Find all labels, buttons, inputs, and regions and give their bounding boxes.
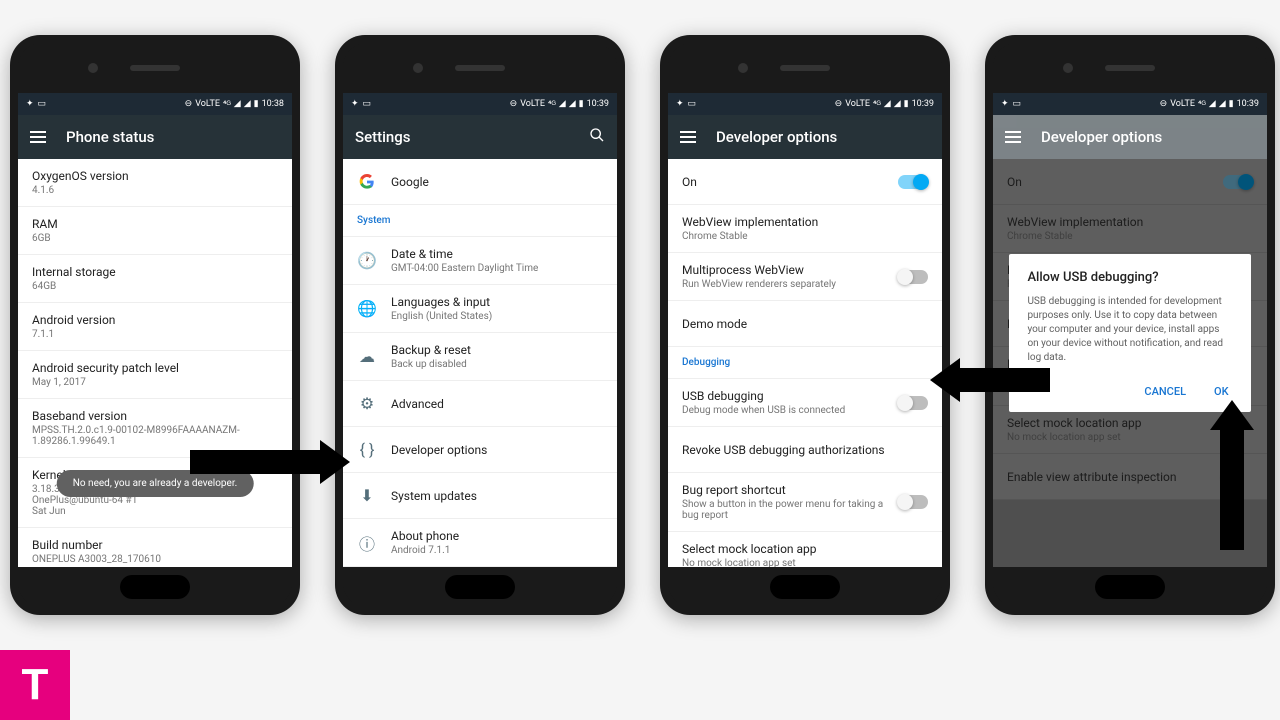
update-icon: ⬇ [357, 486, 377, 506]
home-button[interactable] [770, 575, 840, 599]
list-item[interactable]: ☁Backup & resetBack up disabled [343, 333, 617, 381]
list-item-usb-debugging[interactable]: USB debuggingDebug mode when USB is conn… [668, 379, 942, 427]
list-item[interactable]: ⚙Advanced [343, 381, 617, 427]
list-item[interactable]: Multiprocess WebViewRun WebView renderer… [668, 253, 942, 301]
app-bar: Developer options [993, 115, 1267, 159]
toggle-on[interactable]: On [668, 159, 942, 205]
google-icon [357, 172, 377, 192]
section-header: Debugging [668, 347, 942, 379]
list-item[interactable]: Internal storage64GB [18, 255, 292, 303]
status-bar: ✦▭ ⊖VoLTE⁴ᴳ◢◢▮10:38 [18, 93, 292, 115]
app-bar: Phone status [18, 115, 292, 159]
list-item[interactable]: Build numberONEPLUS A3003_28_170610 [18, 528, 292, 567]
list-item[interactable]: 🌐Languages & inputEnglish (United States… [343, 285, 617, 333]
clock-icon: 🕐 [357, 251, 377, 271]
list-item[interactable]: Select mock location appNo mock location… [668, 532, 942, 567]
code-icon: { } [357, 440, 377, 460]
logo: T [0, 650, 70, 720]
home-button[interactable] [1095, 575, 1165, 599]
page-title: Phone status [66, 128, 154, 146]
dialog-title: Allow USB debugging? [1027, 270, 1232, 285]
page-title: Developer options [716, 128, 837, 146]
list-item[interactable]: OxygenOS version4.1.6 [18, 159, 292, 207]
switch[interactable] [898, 175, 928, 189]
status-bar: ✦▭ ⊖VoLTE⁴ᴳ◢◢▮10:39 [993, 93, 1267, 115]
section-header: System [343, 205, 617, 237]
list-item[interactable]: Android version7.1.1 [18, 303, 292, 351]
home-button[interactable] [445, 575, 515, 599]
app-bar: Developer options [668, 115, 942, 159]
dialog-body: USB debugging is intended for developmen… [1027, 295, 1232, 365]
switch[interactable] [898, 495, 928, 509]
list-item[interactable]: ⓘAbout phoneAndroid 7.1.1 [343, 519, 617, 567]
list-item[interactable]: 🕐Date & timeGMT-04:00 Eastern Daylight T… [343, 237, 617, 285]
list-item[interactable]: WebView implementationChrome Stable [668, 205, 942, 253]
globe-icon: 🌐 [357, 299, 377, 319]
list-item[interactable]: Revoke USB debugging authorizations [668, 427, 942, 473]
app-bar: Settings [343, 115, 617, 159]
menu-icon[interactable] [680, 131, 696, 143]
list-item[interactable]: ⬇System updates [343, 473, 617, 519]
list-item[interactable]: Demo mode [668, 301, 942, 347]
switch[interactable] [898, 396, 928, 410]
menu-icon[interactable] [30, 131, 46, 143]
switch[interactable] [898, 270, 928, 284]
list-item-google[interactable]: Google [343, 159, 617, 205]
gear-icon: ⚙ [357, 394, 377, 414]
list-item[interactable]: Android security patch levelMay 1, 2017 [18, 351, 292, 399]
page-title: Settings [355, 128, 411, 146]
status-bar: ✦▭ ⊖VoLTE⁴ᴳ◢◢▮10:39 [343, 93, 617, 115]
page-title: Developer options [1041, 128, 1162, 146]
status-bar: ✦▭ ⊖VoLTE⁴ᴳ◢◢▮10:39 [668, 93, 942, 115]
toast: No need, you are already a developer. [57, 470, 254, 497]
search-icon[interactable] [589, 127, 605, 147]
list-item-developer[interactable]: { }Developer options [343, 427, 617, 473]
info-icon: ⓘ [357, 533, 377, 553]
backup-icon: ☁ [357, 347, 377, 367]
cancel-button[interactable]: CANCEL [1140, 379, 1190, 404]
home-button[interactable] [120, 575, 190, 599]
menu-icon [1005, 131, 1021, 143]
list-item[interactable]: RAM6GB [18, 207, 292, 255]
list-item[interactable]: Bug report shortcutShow a button in the … [668, 473, 942, 532]
